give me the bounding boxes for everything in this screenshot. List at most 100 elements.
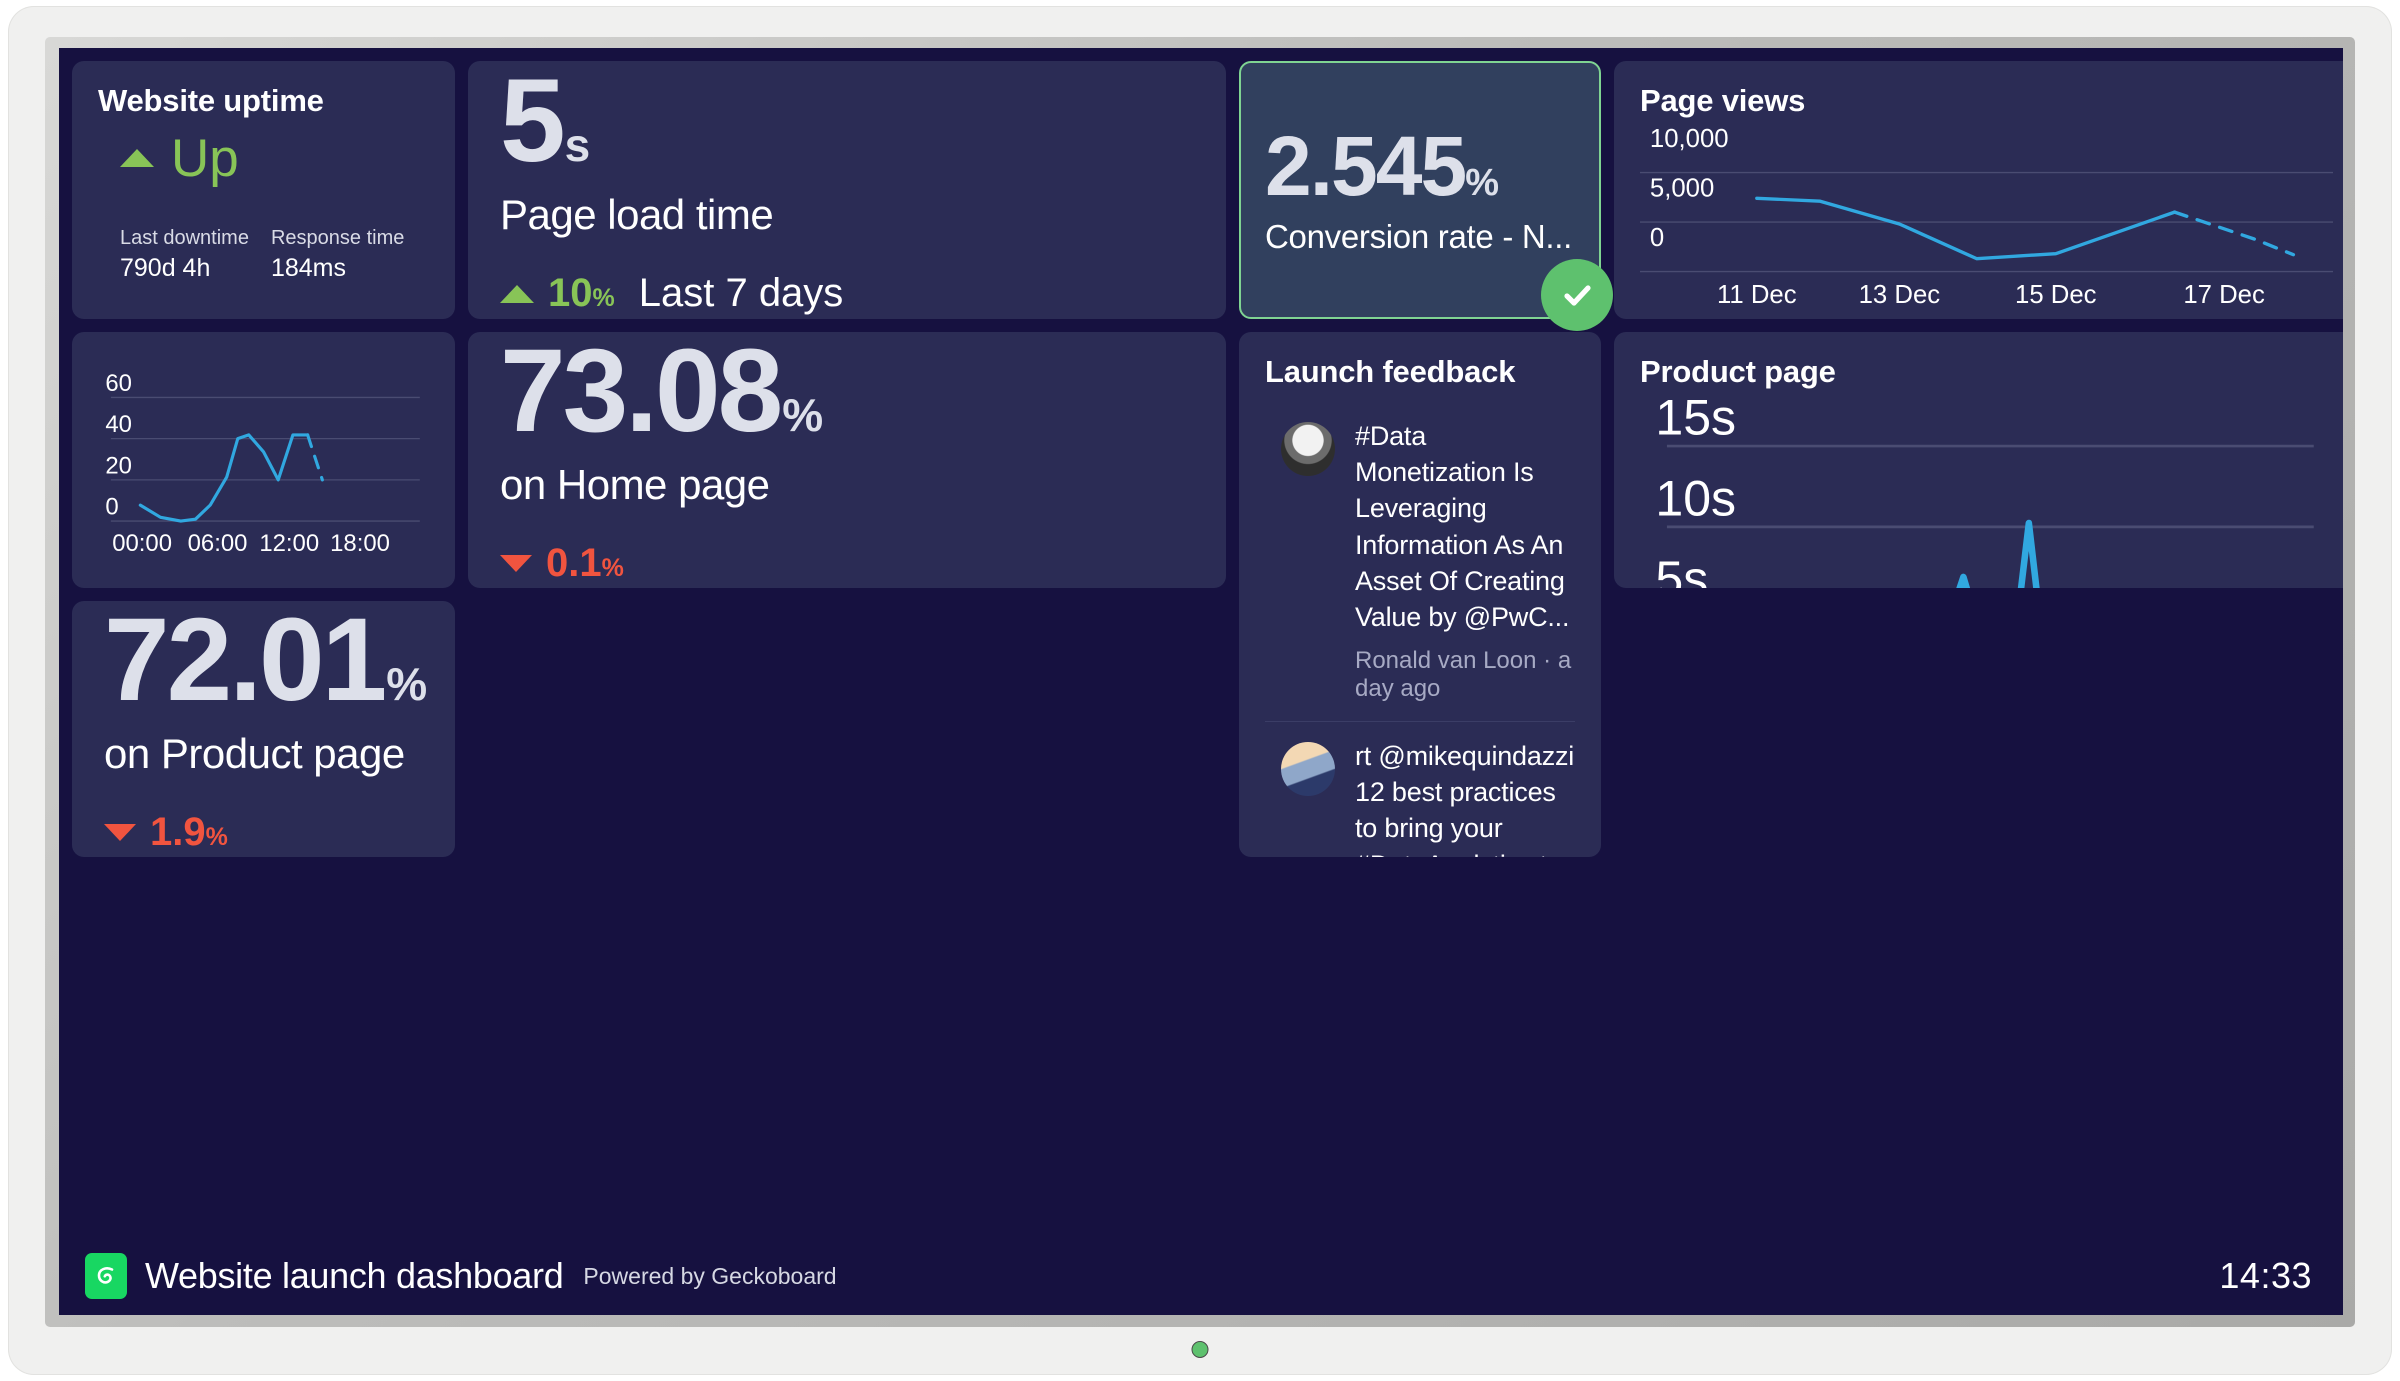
list-item[interactable]: #Data Monetization Is Leveraging Informa… [1265, 410, 1575, 721]
dashboard-footer: Website launch dashboard Powered by Geck… [72, 1237, 2330, 1315]
xaxis-tick: 06:00 [188, 530, 248, 557]
yaxis-tick: 5,000 [1650, 174, 1714, 202]
geckoboard-logo-icon [85, 1253, 127, 1299]
feedback-separator: · [1543, 647, 1552, 675]
product-page-number: 72.01% [104, 601, 427, 726]
feedback-text: rt @mikequindazzi 12 best practices to b… [1355, 741, 1575, 857]
triangle-down-icon [104, 824, 136, 842]
yaxis-tick: 15s [1655, 396, 1736, 446]
feedback-list: #Data Monetization Is Leveraging Informa… [1265, 410, 1575, 857]
xaxis-tick: 17 Dec [2183, 281, 2265, 309]
page-load-delta: 10% Last 7 days [500, 271, 1194, 316]
dashboard-grid: Website uptime Up Last downtime 790d 4h [72, 61, 2343, 1237]
page-load-delta-period: Last 7 days [638, 271, 844, 316]
xaxis-tick: 11 Dec [1717, 281, 1797, 309]
page-load-delta-number: 10 [548, 271, 593, 316]
feedback-meta: Ronald van Loon · a day ago [1355, 647, 1575, 703]
hourly-chart: 60 40 20 0 00:00 06:00 12:00 18:00 [98, 360, 429, 566]
xaxis-tick: 00:00 [112, 530, 172, 557]
home-page-delta: 0.1% [500, 541, 1194, 586]
response-time-label: Response time [270, 226, 405, 249]
card-conversion-rate[interactable]: 2.545% Conversion rate - N... [1239, 61, 1613, 331]
card-hourly-chart[interactable]: 60 40 20 0 00:00 06:00 12:00 18:00 [72, 332, 455, 588]
launch-feedback-title: Launch feedback [1265, 354, 1516, 389]
yaxis-tick: 60 [105, 370, 132, 397]
dashboard-clock: 14:33 [2219, 1255, 2312, 1296]
dashboard-root: Website uptime Up Last downtime 790d 4h [59, 48, 2343, 1315]
product-page-title: Product page [1640, 354, 1836, 389]
page-views-labels: 10,000 5,000 0 11 Dec 13 Dec 15 Dec 17 D… [1650, 125, 2265, 309]
card-product-page-chart[interactable]: Product page 15s 10s 5s 0s 00:00 06:00 1… [1614, 332, 2343, 588]
conversion-value: 2.545 [1265, 119, 1467, 213]
product-page-chart: 15s 10s 5s 0s 00:00 06:00 12:00 18:00 [1640, 396, 2333, 588]
triangle-down-icon [500, 555, 532, 573]
uptime-status-label: Up [171, 128, 239, 188]
conversion-caption: Conversion rate - N... [1265, 218, 1573, 255]
product-page-delta-number: 1.9 [150, 810, 206, 855]
last-downtime-value: 790d 4h [120, 253, 211, 282]
card-website-uptime[interactable]: Website uptime Up Last downtime 790d 4h [72, 61, 455, 319]
uptime-status: Up [120, 132, 429, 185]
card-product-page-stat[interactable]: 72.01% on Product page 1.9% [72, 601, 455, 857]
triangle-up-icon [500, 284, 534, 303]
dashboard-title: Website launch dashboard [145, 1255, 564, 1296]
yaxis-tick: 0 [1650, 224, 1664, 252]
dashboard-screen: Website uptime Up Last downtime 790d 4h [59, 48, 2343, 1315]
xaxis-tick: 18:00 [330, 530, 390, 557]
feedback-content: #Data Monetization Is Leveraging Informa… [1355, 418, 1575, 703]
page-views-chart: 10,000 5,000 0 11 Dec 13 Dec 15 Dec 17 D… [1640, 125, 2333, 313]
yaxis-tick: 0 [105, 493, 118, 520]
last-downtime-block: Last downtime 790d 4h [120, 227, 249, 283]
home-page-number: 73.08% [500, 332, 1194, 457]
monitor-frame: Website uptime Up Last downtime 790d 4h [8, 6, 2392, 1375]
check-circle-icon [1541, 259, 1613, 331]
product-page-delta-value: 1.9% [150, 810, 228, 855]
feedback-text: #Data Monetization Is Leveraging Informa… [1355, 421, 1570, 632]
card-home-page-stat[interactable]: 73.08% on Home page 0.1% [468, 332, 1226, 588]
page-load-delta-unit: % [592, 284, 615, 313]
page-load-delta-value: 10% [548, 271, 615, 316]
home-page-delta-number: 0.1 [546, 541, 602, 586]
uptime-meta: Last downtime 790d 4h Response time 184m… [120, 227, 429, 283]
hourly-chart-labels: 60 40 20 0 00:00 06:00 12:00 18:00 [105, 370, 390, 557]
xaxis-tick: 15 Dec [2015, 281, 2097, 309]
monitor-bezel: Website uptime Up Last downtime 790d 4h [45, 37, 2355, 1327]
yaxis-tick: 10,000 [1650, 125, 1729, 153]
home-page-unit: % [782, 388, 823, 441]
feedback-author: Ronald van Loon [1355, 647, 1537, 675]
xaxis-tick: 13 Dec [1859, 281, 1941, 309]
page-load-caption: Page load time [500, 191, 774, 239]
avatar [1281, 742, 1335, 797]
home-page-caption: on Home page [500, 461, 770, 509]
monitor-power-led [1191, 1341, 1209, 1358]
response-time-block: Response time 184ms [271, 227, 404, 283]
list-item[interactable]: rt @mikequindazzi 12 best practices to b… [1265, 721, 1575, 857]
product-page-delta: 1.9% [104, 810, 423, 855]
website-uptime-title: Website uptime [98, 83, 324, 118]
card-page-views[interactable]: Page views 10,000 5,000 0 11 Dec 13 Dec … [1614, 61, 2343, 319]
powered-by-label: Powered by Geckoboard [583, 1262, 837, 1289]
conversion-number: 2.545% [1265, 124, 1575, 208]
product-page-labels: 15s 10s 5s 0s 00:00 06:00 12:00 18:00 [1655, 396, 1736, 588]
feedback-content: rt @mikequindazzi 12 best practices to b… [1355, 738, 1575, 857]
product-page-value: 72.01 [104, 601, 387, 726]
page-load-unit: s [564, 118, 591, 171]
product-page-delta-unit: % [205, 823, 228, 852]
card-page-load-time[interactable]: 5s Page load time 10% Last 7 days [468, 61, 1226, 319]
last-downtime-label: Last downtime [120, 226, 249, 249]
card-launch-feedback[interactable]: Launch feedback #Data Monetization Is Le… [1239, 332, 1601, 857]
product-page-unit: % [386, 657, 427, 710]
response-time-value: 184ms [270, 253, 347, 282]
page-load-number: 5s [500, 62, 1194, 180]
yaxis-tick: 20 [105, 452, 132, 479]
home-page-delta-unit: % [601, 554, 624, 583]
home-page-value: 73.08 [500, 332, 783, 457]
home-page-delta-value: 0.1% [546, 541, 624, 586]
xaxis-tick: 12:00 [259, 530, 319, 557]
avatar [1281, 422, 1335, 476]
yaxis-tick: 10s [1655, 470, 1736, 526]
triangle-up-icon [120, 149, 154, 167]
yaxis-tick: 40 [105, 411, 132, 438]
conversion-unit: % [1465, 162, 1499, 204]
product-page-caption: on Product page [104, 730, 405, 778]
